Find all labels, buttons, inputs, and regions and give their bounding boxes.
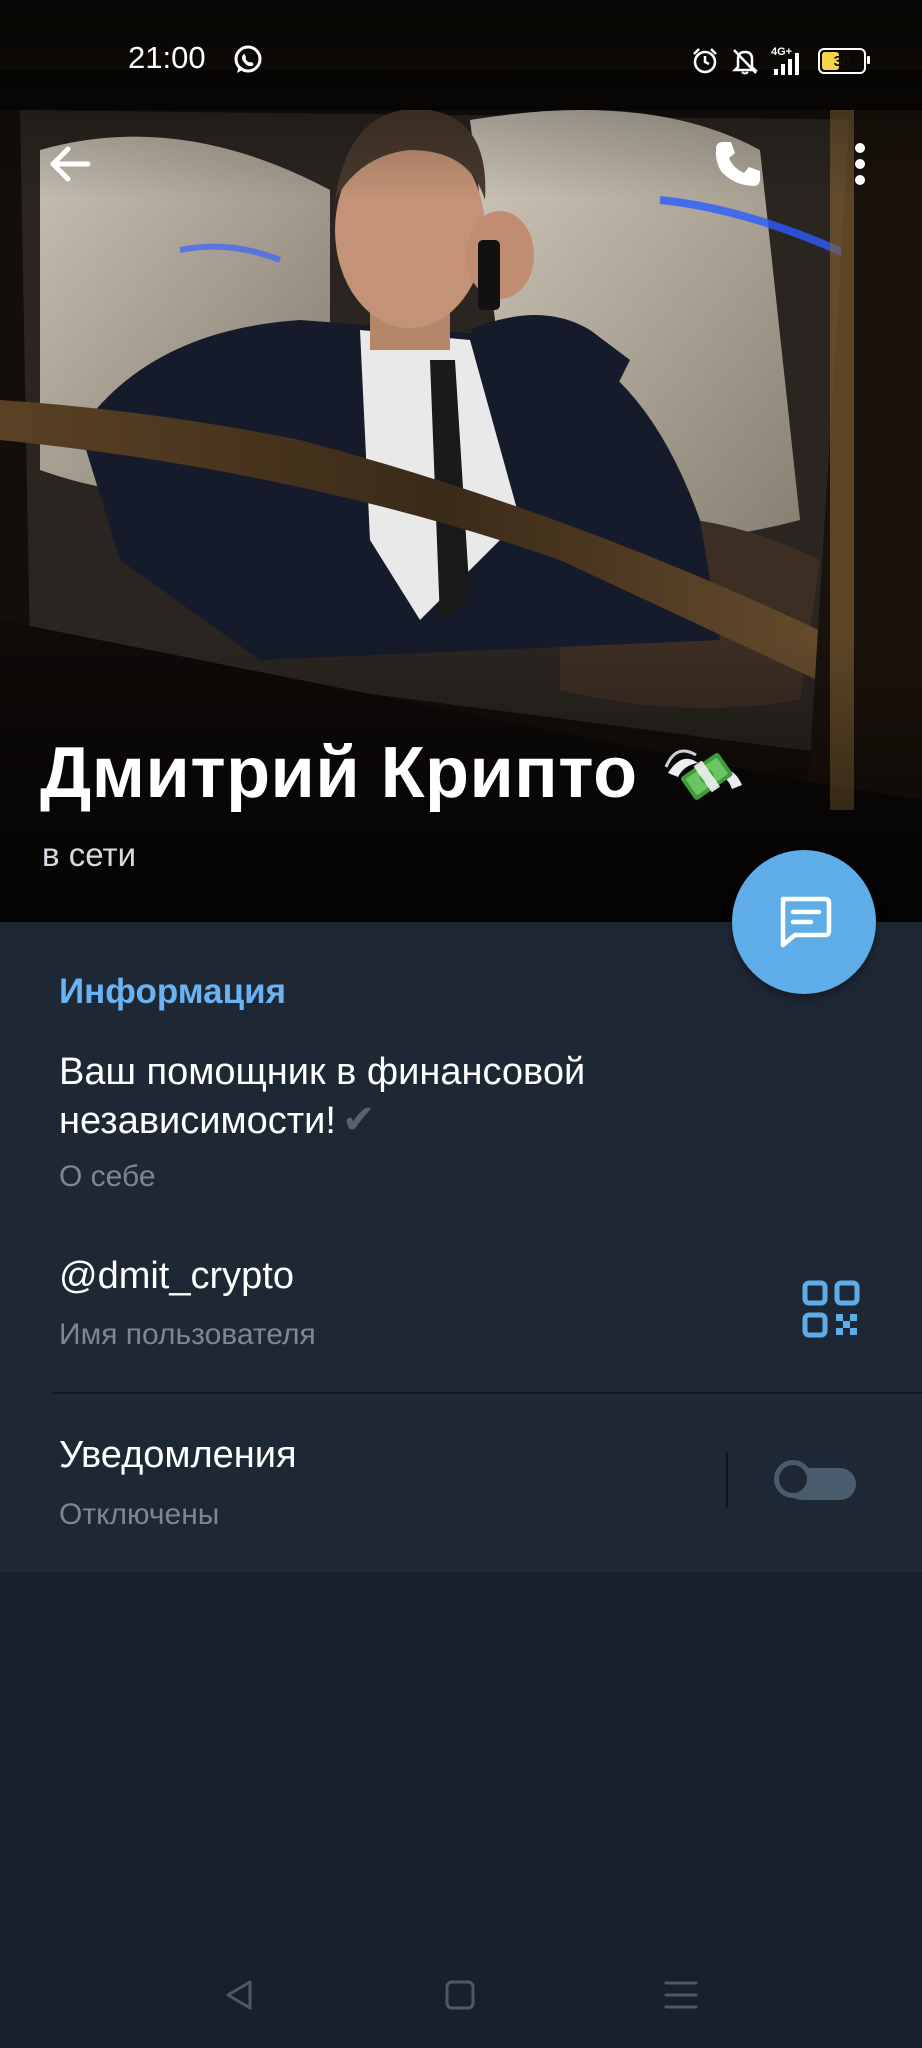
svg-text:4G+: 4G+ bbox=[771, 46, 792, 58]
notifications-status: Отключены bbox=[59, 1498, 220, 1531]
nav-back-button[interactable] bbox=[210, 1970, 270, 2020]
message-icon bbox=[780, 896, 832, 948]
nav-home-button[interactable] bbox=[430, 1970, 490, 2020]
bell-off-icon bbox=[731, 49, 759, 75]
call-button[interactable] bbox=[706, 132, 770, 196]
whatsapp-icon bbox=[234, 45, 262, 73]
username-label: Имя пользователя bbox=[59, 1318, 316, 1351]
back-triangle-icon bbox=[226, 1980, 252, 2010]
battery-icon: 36 bbox=[818, 48, 870, 74]
status-bar: 21:00 4G+ 36 bbox=[0, 0, 922, 120]
notifications-title: Уведомления bbox=[59, 1434, 297, 1476]
system-navigation-bar bbox=[0, 1940, 922, 2048]
profile-name-text: Дмитрий Крипто bbox=[40, 733, 638, 813]
qr-code-icon bbox=[802, 1280, 860, 1338]
online-status: в сети bbox=[42, 836, 137, 873]
phone-icon bbox=[715, 142, 760, 186]
alarm-icon bbox=[693, 48, 717, 74]
more-vertical-icon bbox=[855, 143, 865, 185]
check-mark-icon: ✔ bbox=[341, 1098, 376, 1142]
toggle-thumb bbox=[774, 1460, 812, 1498]
money-with-wings-emoji-icon bbox=[664, 749, 742, 800]
more-options-button[interactable] bbox=[828, 132, 892, 196]
nav-recents-button[interactable] bbox=[651, 1970, 711, 2020]
bio-text: Ваш помощник в финансовой независимости! bbox=[59, 1051, 586, 1142]
notifications-separator bbox=[726, 1452, 728, 1508]
recents-menu-icon bbox=[664, 1981, 698, 2009]
signal-icon: 4G+ bbox=[771, 46, 799, 75]
notifications-row[interactable]: Уведомления Отключены bbox=[0, 1394, 922, 1572]
profile-name: Дмитрий Крипто bbox=[40, 732, 748, 814]
bio-text-block[interactable]: Ваш помощник в финансовой независимости!… bbox=[59, 1048, 779, 1145]
status-time: 21:00 bbox=[128, 40, 206, 75]
notifications-toggle[interactable] bbox=[774, 1454, 860, 1504]
send-message-button[interactable] bbox=[732, 850, 876, 994]
back-button[interactable] bbox=[38, 132, 102, 196]
info-section: Информация Ваш помощник в финансовой нез… bbox=[0, 922, 922, 1572]
battery-level: 36 bbox=[833, 52, 851, 70]
home-square-icon bbox=[445, 1980, 475, 2010]
username-value[interactable]: @dmit_crypto bbox=[59, 1255, 294, 1298]
bio-label: О себе bbox=[59, 1160, 156, 1193]
back-arrow-icon bbox=[50, 146, 91, 182]
info-section-title: Информация bbox=[59, 972, 287, 1011]
qr-code-button[interactable] bbox=[796, 1274, 866, 1344]
